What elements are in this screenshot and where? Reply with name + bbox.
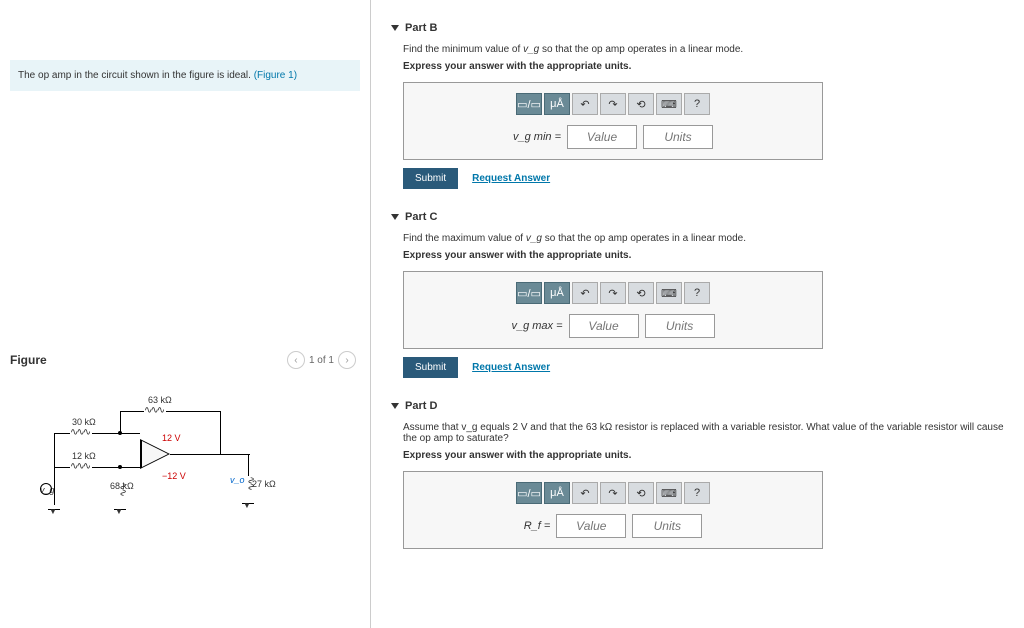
reset-button[interactable]: ⟲ xyxy=(628,93,654,115)
reset-button[interactable]: ⟲ xyxy=(628,482,654,504)
help-button[interactable]: ? xyxy=(684,282,710,304)
part-b-value-input[interactable] xyxy=(567,125,637,149)
part-d-var-label: R_f = xyxy=(524,520,551,532)
caret-down-icon xyxy=(391,214,399,220)
figure-next-button[interactable]: › xyxy=(338,351,356,369)
vminus-label: −12 V xyxy=(162,471,186,481)
keyboard-button[interactable]: ⌨ xyxy=(656,282,682,304)
part-d-header[interactable]: Part D xyxy=(391,400,1004,412)
units-button[interactable]: μÅ xyxy=(544,93,570,115)
part-b-header[interactable]: Part B xyxy=(391,22,1004,34)
vo-label: v_o xyxy=(230,475,245,485)
redo-button[interactable]: ↷ xyxy=(600,93,626,115)
templates-button[interactable]: ▭/▭ xyxy=(516,482,542,504)
undo-button[interactable]: ↶ xyxy=(572,282,598,304)
part-b-express: Express your answer with the appropriate… xyxy=(403,61,1004,72)
r-upper-left-label: 30 kΩ xyxy=(72,417,96,427)
part-b-instruction: Find the minimum value of v_g so that th… xyxy=(403,44,1004,55)
part-c-answer-box: ▭/▭ μÅ ↶ ↷ ⟲ ⌨ ? v_g max = xyxy=(403,271,823,349)
part-c-var-label: v_g max = xyxy=(511,320,562,332)
figure-link[interactable]: (Figure 1) xyxy=(254,70,297,81)
caret-down-icon xyxy=(391,403,399,409)
part-c-submit-button[interactable]: Submit xyxy=(403,357,458,378)
part-c-units-input[interactable] xyxy=(645,314,715,338)
part-b-units-input[interactable] xyxy=(643,125,713,149)
help-button[interactable]: ? xyxy=(684,482,710,504)
units-button[interactable]: μÅ xyxy=(544,282,570,304)
source-icon xyxy=(40,483,52,495)
part-b-answer-box: ▭/▭ μÅ ↶ ↷ ⟲ ⌨ ? v_g min = xyxy=(403,82,823,160)
part-c-express: Express your answer with the appropriate… xyxy=(403,250,1004,261)
part-d-title: Part D xyxy=(405,400,437,412)
templates-button[interactable]: ▭/▭ xyxy=(516,282,542,304)
part-d-value-input[interactable] xyxy=(556,514,626,538)
part-b-title: Part B xyxy=(405,22,437,34)
problem-intro: The op amp in the circuit shown in the f… xyxy=(10,60,360,91)
redo-button[interactable]: ↷ xyxy=(600,282,626,304)
part-d-express: Express your answer with the appropriate… xyxy=(403,450,1004,461)
part-d-instruction: Assume that v_g equals 2 V and that the … xyxy=(403,422,1004,444)
part-b-request-answer-link[interactable]: Request Answer xyxy=(472,173,550,184)
help-button[interactable]: ? xyxy=(684,93,710,115)
figure-pager: ‹ 1 of 1 › xyxy=(287,351,356,369)
part-d-answer-box: ▭/▭ μÅ ↶ ↷ ⟲ ⌨ ? R_f = xyxy=(403,471,823,549)
r-lower-left-label: 12 kΩ xyxy=(72,451,96,461)
undo-button[interactable]: ↶ xyxy=(572,482,598,504)
part-c-request-answer-link[interactable]: Request Answer xyxy=(472,362,550,373)
part-b-submit-button[interactable]: Submit xyxy=(403,168,458,189)
part-d-units-input[interactable] xyxy=(632,514,702,538)
part-c-instruction: Find the maximum value of v_g so that th… xyxy=(403,233,1004,244)
undo-button[interactable]: ↶ xyxy=(572,93,598,115)
units-button[interactable]: μÅ xyxy=(544,482,570,504)
part-c-title: Part C xyxy=(405,211,437,223)
part-b-var-label: v_g min = xyxy=(513,131,561,143)
figure-pager-text: 1 of 1 xyxy=(309,355,334,366)
opamp-icon xyxy=(140,439,170,469)
vplus-label: 12 V xyxy=(162,433,181,443)
keyboard-button[interactable]: ⌨ xyxy=(656,93,682,115)
r-top-label: 63 kΩ xyxy=(148,395,172,405)
intro-text: The op amp in the circuit shown in the f… xyxy=(18,70,254,81)
reset-button[interactable]: ⟲ xyxy=(628,282,654,304)
caret-down-icon xyxy=(391,25,399,31)
redo-button[interactable]: ↷ xyxy=(600,482,626,504)
figure-title: Figure xyxy=(10,353,47,367)
circuit-diagram: 63 kΩ ∿∿∿ 30 kΩ ∿∿∿ 12 kΩ ∿∿∿ 12 V −12 V… xyxy=(10,399,290,539)
templates-button[interactable]: ▭/▭ xyxy=(516,93,542,115)
figure-prev-button[interactable]: ‹ xyxy=(287,351,305,369)
part-c-header[interactable]: Part C xyxy=(391,211,1004,223)
part-c-value-input[interactable] xyxy=(569,314,639,338)
keyboard-button[interactable]: ⌨ xyxy=(656,482,682,504)
